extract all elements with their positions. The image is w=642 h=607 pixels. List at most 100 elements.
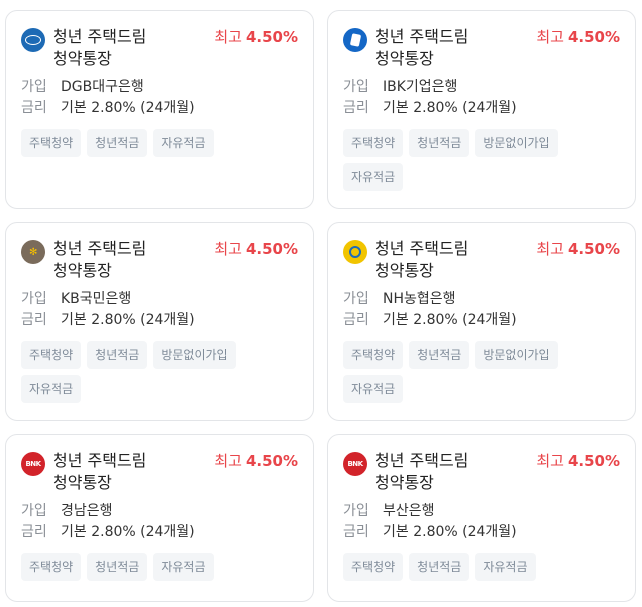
- bank-name: DGB대구은행: [61, 79, 144, 95]
- tag-list: 주택청약 청년적금 자유적금: [21, 553, 298, 587]
- tag: 자유적금: [21, 375, 82, 403]
- product-card[interactable]: 청년 주택드림 청약통장 최고 4.50% 가입 NH농협은행 금리 기본 2.80%…: [327, 222, 636, 421]
- join-label: 가입: [343, 503, 369, 519]
- product-title: 청년 주택드림 청약통장: [375, 239, 469, 280]
- product-title: 청년 주택드림 청약통장: [375, 27, 469, 68]
- rate-label: 금리: [343, 100, 369, 116]
- max-rate-value: 4.50%: [245, 452, 298, 470]
- join-label: 가입: [343, 291, 369, 307]
- tag: 자유적금: [153, 129, 214, 157]
- base-rate: 기본 2.80% (24개월): [61, 100, 195, 116]
- max-rate-value: 4.50%: [567, 452, 620, 470]
- card-header: ✻ 청년 주택드림 청약통장 최고 4.50%: [21, 238, 298, 282]
- tag-list: 주택청약 청년적금 자유적금: [343, 553, 620, 587]
- rate-label: 금리: [343, 312, 369, 328]
- tag: 자유적금: [343, 375, 404, 403]
- base-rate: 기본 2.80% (24개월): [383, 524, 517, 540]
- rate-label: 금리: [343, 524, 369, 540]
- product-card[interactable]: 청년 주택드림 청약통장 최고 4.50% 가입 IBK기업은행 금리 기본 2.80…: [327, 10, 636, 209]
- bank-name: IBK기업은행: [383, 79, 458, 95]
- tag-list: 주택청약 청년적금 자유적금: [21, 129, 298, 163]
- tag: 방문없이가입: [475, 129, 558, 157]
- base-rate: 기본 2.80% (24개월): [61, 524, 195, 540]
- max-rate-value: 4.50%: [245, 28, 298, 46]
- base-rate: 기본 2.80% (24개월): [383, 100, 517, 116]
- base-rate: 기본 2.80% (24개월): [383, 312, 517, 328]
- tag: 주택청약: [343, 129, 404, 157]
- card-header: 청년 주택드림 청약통장 최고 4.50%: [343, 26, 620, 70]
- tag-list: 주택청약 청년적금 방문없이가입 자유적금: [21, 341, 298, 409]
- tag-list: 주택청약 청년적금 방문없이가입 자유적금: [343, 341, 620, 409]
- card-info: 가입 IBK기업은행 금리 기본 2.80% (24개월): [343, 77, 620, 119]
- rate-label: 금리: [21, 524, 47, 540]
- kb-logo-icon: ✻: [21, 240, 45, 264]
- max-rate: 최고 4.50%: [214, 26, 298, 48]
- product-grid: 청년 주택드림 청약통장 최고 4.50% 가입 DGB대구은행 금리 기본 2.80…: [0, 0, 642, 607]
- card-info: 가입 KB국민은행 금리 기본 2.80% (24개월): [21, 289, 298, 331]
- bank-name: 경남은행: [61, 503, 113, 519]
- max-rate-label: 최고: [214, 452, 242, 470]
- tag: 주택청약: [21, 341, 82, 369]
- dgb-logo-icon: [21, 28, 45, 52]
- base-rate: 기본 2.80% (24개월): [61, 312, 195, 328]
- tag: 방문없이가입: [475, 341, 558, 369]
- ibk-logo-icon: [343, 28, 367, 52]
- card-info: 가입 NH농협은행 금리 기본 2.80% (24개월): [343, 289, 620, 331]
- tag: 청년적금: [409, 341, 470, 369]
- tag: 청년적금: [87, 129, 148, 157]
- max-rate: 최고 4.50%: [214, 450, 298, 472]
- card-info: 가입 DGB대구은행 금리 기본 2.80% (24개월): [21, 77, 298, 119]
- bnk-logo-icon: BNK: [343, 452, 367, 476]
- card-header: 청년 주택드림 청약통장 최고 4.50%: [343, 238, 620, 282]
- tag: 주택청약: [21, 129, 82, 157]
- product-card[interactable]: BNK 청년 주택드림 청약통장 최고 4.50% 가입 부산은행 금리 기본 2.8…: [327, 434, 636, 602]
- product-title: 청년 주택드림 청약통장: [53, 27, 147, 68]
- product-card[interactable]: BNK 청년 주택드림 청약통장 최고 4.50% 가입 경남은행 금리 기본 2.8…: [5, 434, 314, 602]
- rate-label: 금리: [21, 100, 47, 116]
- join-label: 가입: [21, 291, 47, 307]
- max-rate-label: 최고: [214, 240, 242, 258]
- tag: 방문없이가입: [153, 341, 236, 369]
- bnk-logo-icon: BNK: [21, 452, 45, 476]
- max-rate: 최고 4.50%: [536, 26, 620, 48]
- card-header: BNK 청년 주택드림 청약통장 최고 4.50%: [343, 450, 620, 494]
- max-rate-value: 4.50%: [567, 240, 620, 258]
- max-rate-label: 최고: [536, 28, 564, 46]
- product-card[interactable]: ✻ 청년 주택드림 청약통장 최고 4.50% 가입 KB국민은행 금리 기본 2.8…: [5, 222, 314, 421]
- card-info: 가입 부산은행 금리 기본 2.80% (24개월): [343, 501, 620, 543]
- product-title: 청년 주택드림 청약통장: [53, 451, 147, 492]
- tag: 청년적금: [87, 341, 148, 369]
- tag: 청년적금: [409, 553, 470, 581]
- tag: 주택청약: [343, 341, 404, 369]
- tag: 주택청약: [21, 553, 82, 581]
- tag: 자유적금: [475, 553, 536, 581]
- join-label: 가입: [21, 79, 47, 95]
- max-rate-label: 최고: [536, 240, 564, 258]
- rate-label: 금리: [21, 312, 47, 328]
- card-info: 가입 경남은행 금리 기본 2.80% (24개월): [21, 501, 298, 543]
- max-rate-value: 4.50%: [567, 28, 620, 46]
- bank-name: 부산은행: [383, 503, 435, 519]
- max-rate: 최고 4.50%: [536, 238, 620, 260]
- tag-list: 주택청약 청년적금 방문없이가입 자유적금: [343, 129, 620, 197]
- product-title: 청년 주택드림 청약통장: [53, 239, 147, 280]
- max-rate: 최고 4.50%: [214, 238, 298, 260]
- max-rate-label: 최고: [536, 452, 564, 470]
- tag: 주택청약: [343, 553, 404, 581]
- nh-logo-icon: [343, 240, 367, 264]
- tag: 자유적금: [153, 553, 214, 581]
- max-rate-label: 최고: [214, 28, 242, 46]
- max-rate-value: 4.50%: [245, 240, 298, 258]
- tag: 자유적금: [343, 163, 404, 191]
- bank-name: NH농협은행: [383, 291, 456, 307]
- product-card[interactable]: 청년 주택드림 청약통장 최고 4.50% 가입 DGB대구은행 금리 기본 2.80…: [5, 10, 314, 209]
- product-title: 청년 주택드림 청약통장: [375, 451, 469, 492]
- tag: 청년적금: [409, 129, 470, 157]
- card-header: BNK 청년 주택드림 청약통장 최고 4.50%: [21, 450, 298, 494]
- card-header: 청년 주택드림 청약통장 최고 4.50%: [21, 26, 298, 70]
- max-rate: 최고 4.50%: [536, 450, 620, 472]
- tag: 청년적금: [87, 553, 148, 581]
- join-label: 가입: [21, 503, 47, 519]
- bank-name: KB국민은행: [61, 291, 132, 307]
- join-label: 가입: [343, 79, 369, 95]
